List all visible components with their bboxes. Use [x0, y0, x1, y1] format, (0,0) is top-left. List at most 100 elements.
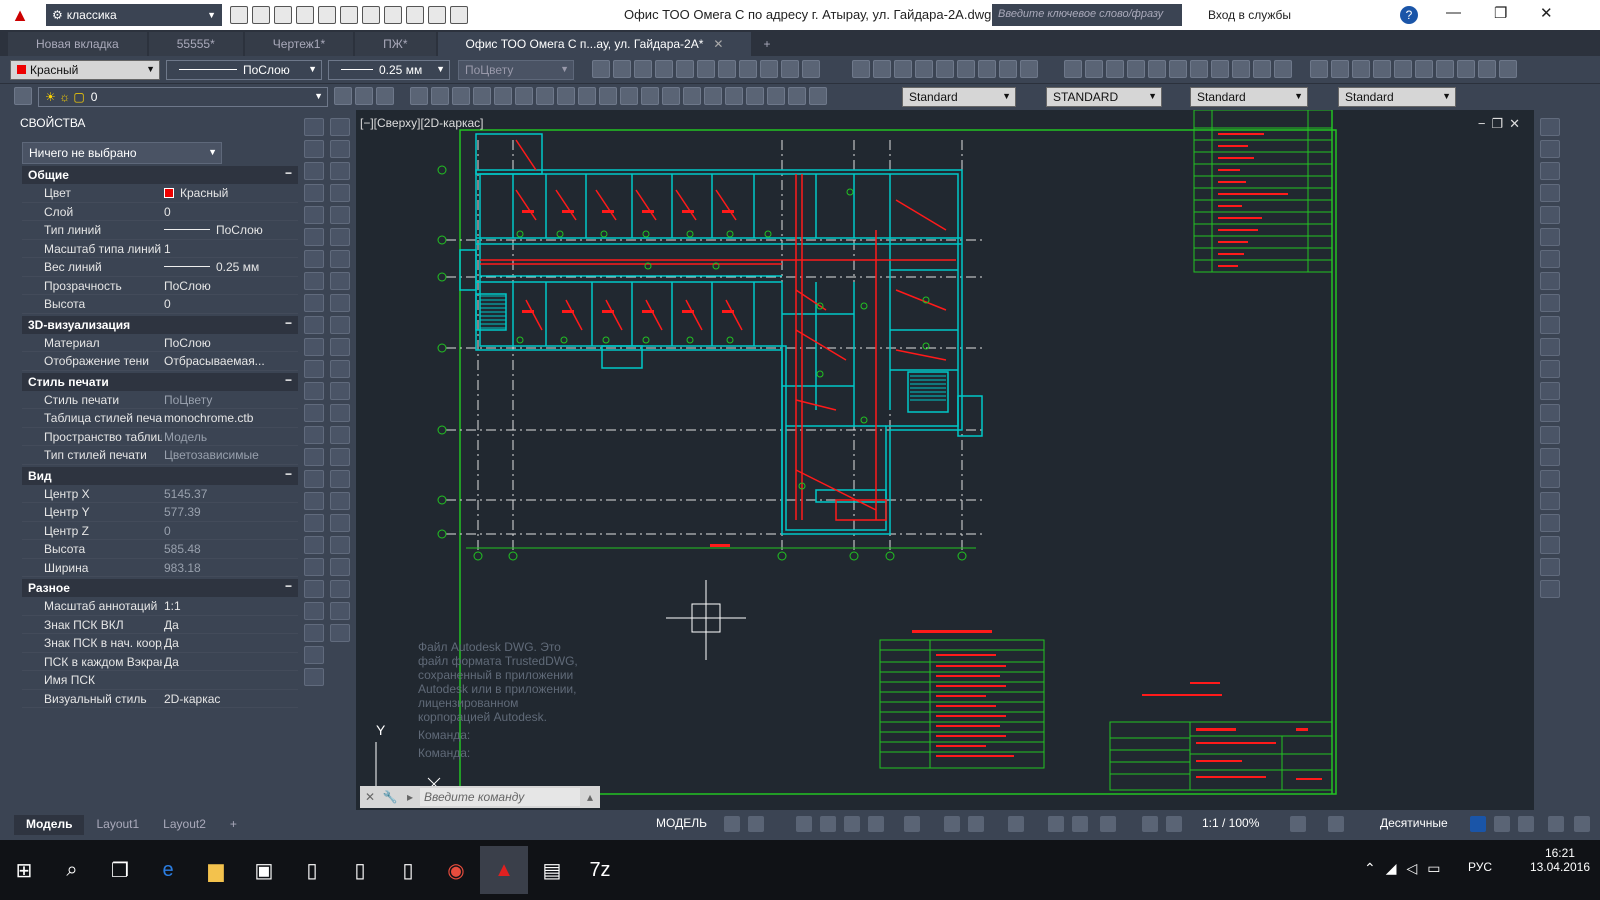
- text-style-dropdown[interactable]: Standard ▼: [902, 87, 1016, 107]
- draw-tool-icon[interactable]: [304, 492, 324, 510]
- property-value[interactable]: 5145.37: [162, 485, 298, 503]
- paste-icon[interactable]: [578, 87, 596, 105]
- app-icon[interactable]: ▤: [528, 846, 576, 894]
- plot-icon[interactable]: [362, 6, 380, 24]
- property-row[interactable]: Высота 585.48: [22, 540, 298, 559]
- dimension-tool-icon[interactable]: [1540, 426, 1560, 444]
- modify-tool-icon[interactable]: [330, 580, 350, 598]
- collapse-icon[interactable]: −: [285, 316, 292, 330]
- modify-tool-icon[interactable]: [330, 162, 350, 180]
- tool-icon[interactable]: [1106, 60, 1124, 78]
- chevron-up-icon[interactable]: ▴: [580, 790, 600, 804]
- property-value[interactable]: ПоСлою: [162, 277, 298, 295]
- tab-active-drawing[interactable]: Офис ТОО Омега С п...ау, ул. Гайдара-2А*…: [437, 32, 752, 56]
- pan-icon[interactable]: [641, 87, 659, 105]
- search-icon[interactable]: ⌕: [48, 846, 96, 894]
- property-value[interactable]: Отбрасываемая...: [162, 352, 298, 370]
- property-row[interactable]: ПСК в каждом Вэкране Да: [22, 653, 298, 671]
- property-value[interactable]: monochrome.ctb: [162, 409, 298, 427]
- undo-icon[interactable]: [599, 87, 617, 105]
- property-row[interactable]: Знак ПСК ВКЛ Да: [22, 616, 298, 634]
- break-icon[interactable]: [739, 60, 757, 78]
- minimize-icon[interactable]: —: [1446, 4, 1461, 21]
- tab-pzh[interactable]: ПЖ*: [355, 32, 436, 56]
- tool-icon[interactable]: [1148, 60, 1166, 78]
- rotate-icon[interactable]: [634, 60, 652, 78]
- transparency-icon[interactable]: [1048, 816, 1064, 832]
- dim-icon[interactable]: [1352, 60, 1370, 78]
- cut-icon[interactable]: [557, 87, 575, 105]
- dimension-tool-icon[interactable]: [1540, 492, 1560, 510]
- windows-start-icon[interactable]: ⊞: [0, 846, 48, 894]
- lineweight-icon[interactable]: [1008, 816, 1024, 832]
- dimension-tool-icon[interactable]: [1540, 294, 1560, 312]
- draw-tool-icon[interactable]: [304, 206, 324, 224]
- file-explorer-icon[interactable]: ▆: [192, 846, 240, 894]
- property-row[interactable]: Центр Y 577.39: [22, 503, 298, 522]
- collapse-icon[interactable]: −: [285, 373, 292, 387]
- draw-tool-icon[interactable]: [304, 426, 324, 444]
- property-row[interactable]: Имя ПСК: [22, 671, 298, 690]
- isolate-icon[interactable]: [1518, 816, 1534, 832]
- selection-dropdown[interactable]: Ничего не выбрано ▼: [22, 142, 222, 164]
- property-row[interactable]: Таблица стилей печати monochrome.ctb: [22, 409, 298, 428]
- clock[interactable]: 16:21 13.04.2016: [1530, 846, 1590, 874]
- edge-icon[interactable]: e: [144, 846, 192, 894]
- section-header[interactable]: Общие −: [22, 166, 298, 184]
- help-icon[interactable]: [809, 87, 827, 105]
- modify-tool-icon[interactable]: [330, 404, 350, 422]
- section-header[interactable]: 3D-визуализация −: [22, 315, 298, 334]
- draw-tool-icon[interactable]: [304, 404, 324, 422]
- collapse-icon[interactable]: −: [285, 579, 292, 593]
- property-value[interactable]: ПоСлою: [162, 221, 298, 239]
- draw-tool-icon[interactable]: [304, 646, 324, 664]
- modify-tool-icon[interactable]: [330, 228, 350, 246]
- stretch-icon[interactable]: [676, 60, 694, 78]
- save-icon[interactable]: [452, 87, 470, 105]
- extend-icon[interactable]: [718, 60, 736, 78]
- modify-tool-icon[interactable]: [330, 316, 350, 334]
- draw-tool-icon[interactable]: [304, 382, 324, 400]
- dimension-tool-icon[interactable]: [1540, 448, 1560, 466]
- section-header[interactable]: Вид −: [22, 466, 298, 485]
- chrome-icon[interactable]: ◉: [432, 846, 480, 894]
- draw-tool-icon[interactable]: [304, 294, 324, 312]
- fillet-icon[interactable]: [802, 60, 820, 78]
- 3dprint-icon[interactable]: [536, 87, 554, 105]
- draw-tool-icon[interactable]: [304, 536, 324, 554]
- draw-tool-icon[interactable]: [304, 360, 324, 378]
- annotation-scale[interactable]: 1:1 / 100%: [1202, 816, 1259, 830]
- infer-icon[interactable]: [796, 816, 812, 832]
- property-row[interactable]: Пространство таблиц... Модель: [22, 428, 298, 446]
- modify-tool-icon[interactable]: [330, 382, 350, 400]
- design-center-icon[interactable]: [704, 87, 722, 105]
- publish-icon[interactable]: [406, 6, 424, 24]
- convert-icon[interactable]: [1020, 60, 1038, 78]
- fullscreen-icon[interactable]: [1548, 816, 1564, 832]
- property-value[interactable]: Да: [162, 634, 298, 652]
- draw-tool-icon[interactable]: [304, 558, 324, 576]
- zoom-icon[interactable]: [662, 87, 680, 105]
- isodraft-icon[interactable]: [904, 816, 920, 832]
- modify-tool-icon[interactable]: [330, 140, 350, 158]
- mleader-style-dropdown[interactable]: Standard ▼: [1338, 87, 1456, 107]
- property-value[interactable]: 0: [162, 203, 298, 221]
- close-icon[interactable]: ✕: [1509, 116, 1526, 131]
- section-header[interactable]: Стиль печати −: [22, 372, 298, 391]
- dim-icon[interactable]: [1478, 60, 1496, 78]
- tool-icon[interactable]: [1274, 60, 1292, 78]
- dim-icon[interactable]: [1415, 60, 1433, 78]
- document-icon[interactable]: ▯: [336, 846, 384, 894]
- draw-tool-icon[interactable]: [304, 514, 324, 532]
- draw-tool-icon[interactable]: [304, 316, 324, 334]
- property-row[interactable]: Высота 0: [22, 295, 298, 314]
- snap-icon[interactable]: [748, 816, 764, 832]
- viewport-controls[interactable]: [−][Сверху][2D-каркас]: [360, 116, 484, 130]
- modify-tool-icon[interactable]: [330, 360, 350, 378]
- modify-tool-icon[interactable]: [330, 602, 350, 620]
- property-value[interactable]: 2D-каркас: [162, 690, 298, 708]
- tab-model[interactable]: Модель: [14, 815, 85, 835]
- tool-icon[interactable]: [1211, 60, 1229, 78]
- dynamic-input-icon[interactable]: [820, 816, 836, 832]
- ortho-icon[interactable]: [844, 816, 860, 832]
